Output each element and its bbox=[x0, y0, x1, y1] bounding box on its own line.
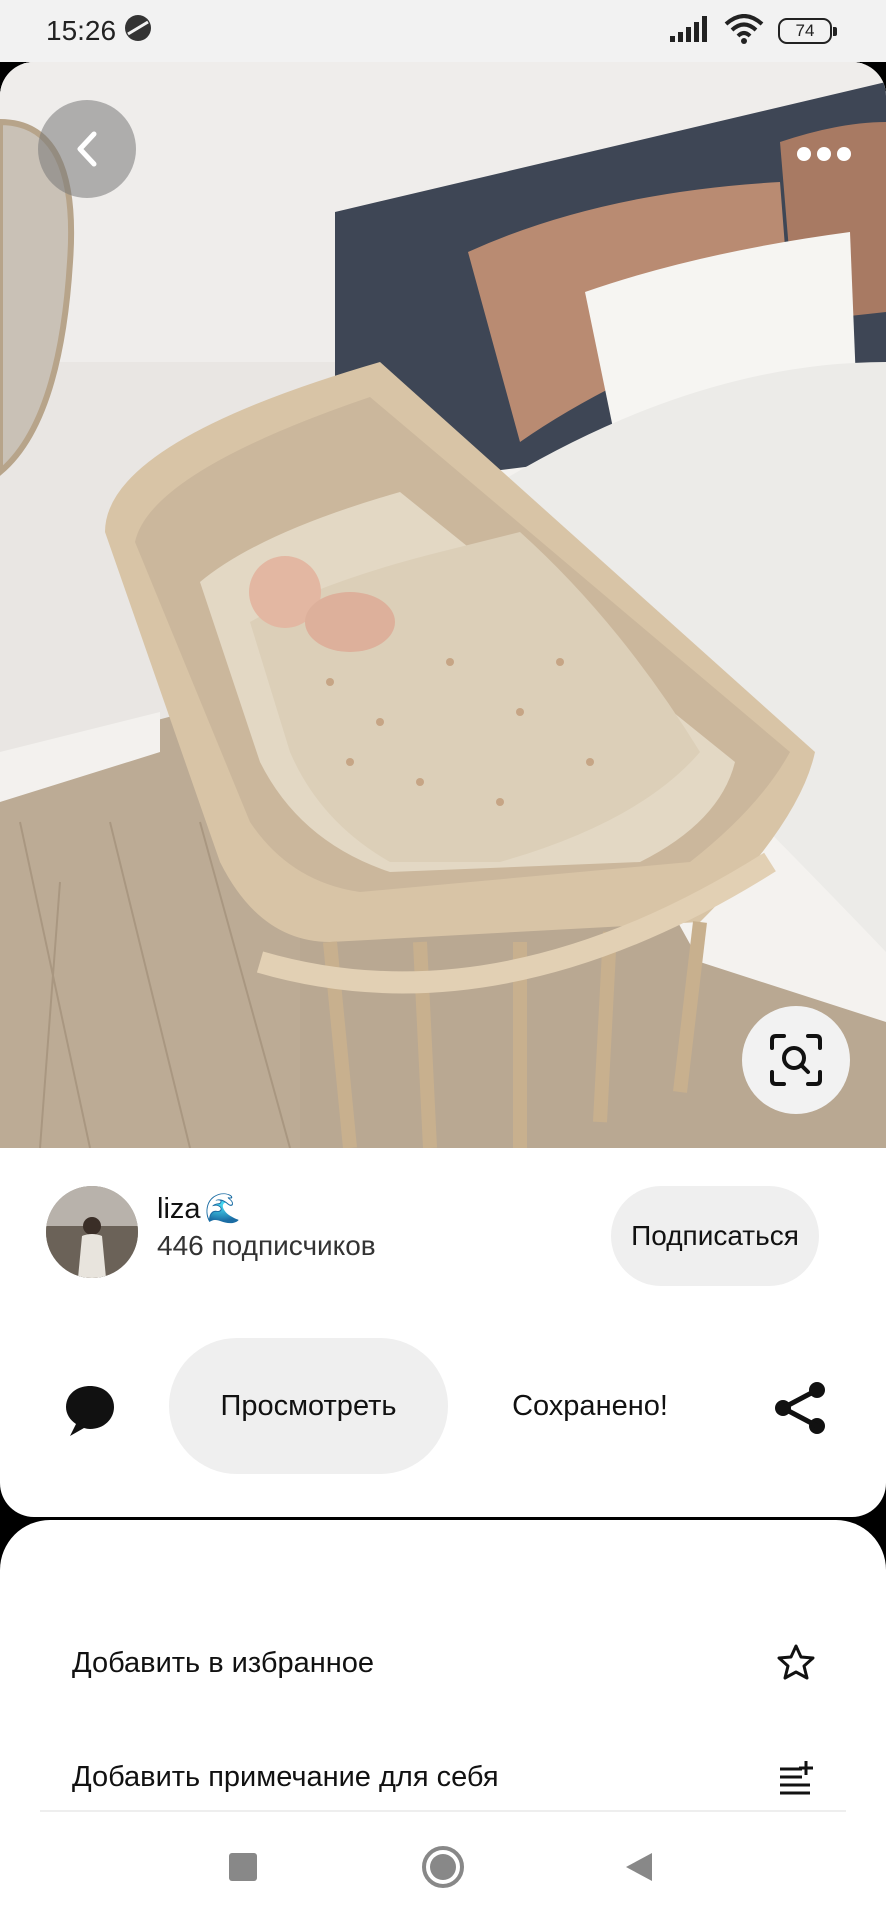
action-row: Просмотреть Сохранено! bbox=[0, 1338, 886, 1474]
signal-icon bbox=[670, 15, 710, 47]
star-icon bbox=[774, 1641, 818, 1685]
pin-image[interactable] bbox=[0, 62, 886, 1148]
triangle-back-icon bbox=[626, 1853, 652, 1881]
share-button[interactable] bbox=[773, 1380, 829, 1436]
author-name-text: liza bbox=[157, 1192, 201, 1225]
pin-photo-illustration bbox=[0, 62, 886, 1148]
add-to-favorites-label: Добавить в избранное bbox=[72, 1646, 375, 1679]
more-options-button[interactable] bbox=[788, 134, 860, 174]
follow-button[interactable]: Подписаться bbox=[611, 1186, 819, 1286]
author-row: liza 🌊 446 подписчиков Подписаться bbox=[0, 1186, 886, 1296]
view-button[interactable]: Просмотреть bbox=[169, 1338, 448, 1474]
author-name[interactable]: liza 🌊 bbox=[157, 1192, 241, 1226]
bottom-sheet: Добавить в избранное Добавить примечание… bbox=[0, 1520, 886, 1810]
comment-button[interactable] bbox=[62, 1382, 118, 1438]
lens-search-icon bbox=[768, 1032, 824, 1088]
home-button[interactable] bbox=[422, 1846, 464, 1888]
author-name-emoji: 🌊 bbox=[204, 1193, 241, 1225]
pin-card: liza 🌊 446 подписчиков Подписаться Просм… bbox=[0, 62, 886, 1517]
avatar[interactable] bbox=[46, 1186, 138, 1278]
share-icon bbox=[773, 1382, 829, 1440]
system-nav-bar bbox=[0, 1810, 886, 1920]
status-time: 15:26 bbox=[46, 15, 117, 46]
comment-bubble-icon bbox=[62, 1386, 118, 1442]
more-dot-icon bbox=[837, 147, 851, 161]
battery-level: 74 bbox=[795, 21, 815, 40]
status-right: 74 bbox=[670, 13, 837, 49]
system-back-button[interactable] bbox=[624, 1851, 654, 1883]
note-add-icon bbox=[774, 1755, 818, 1799]
battery-indicator: 74 bbox=[778, 18, 837, 44]
nav-divider bbox=[40, 1810, 846, 1812]
saved-button[interactable]: Сохранено! bbox=[490, 1338, 690, 1474]
add-to-favorites-item[interactable]: Добавить в избранное bbox=[0, 1613, 886, 1713]
recent-apps-button[interactable] bbox=[229, 1853, 257, 1881]
status-bar: 15:26 74 bbox=[0, 0, 886, 62]
visual-search-button[interactable] bbox=[742, 1006, 850, 1114]
status-left: 15:26 bbox=[46, 14, 152, 49]
more-dot-icon bbox=[817, 147, 831, 161]
back-button[interactable] bbox=[38, 100, 136, 198]
wifi-icon bbox=[724, 13, 764, 49]
author-followers: 446 подписчиков bbox=[157, 1230, 376, 1261]
chevron-left-icon bbox=[72, 130, 102, 168]
more-dot-icon bbox=[797, 147, 811, 161]
add-note-label: Добавить примечание для себя bbox=[72, 1760, 499, 1793]
vpn-icon bbox=[124, 14, 152, 49]
